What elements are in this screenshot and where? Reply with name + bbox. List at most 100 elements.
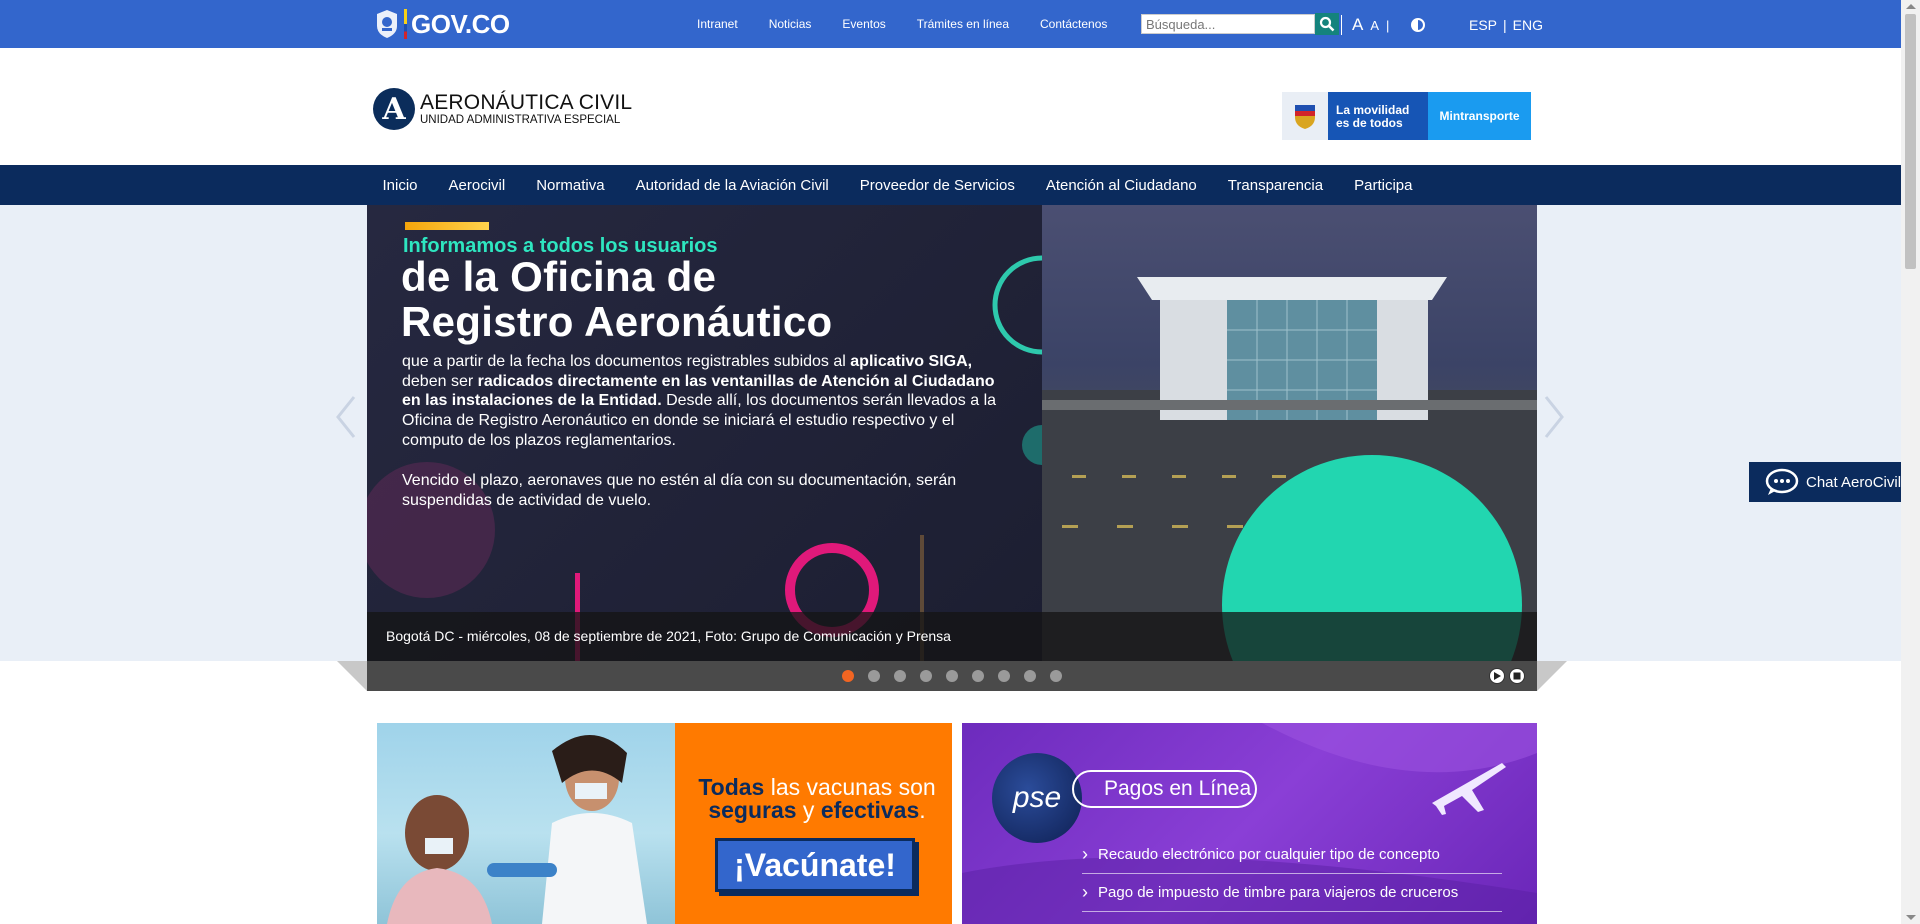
nav-normativa[interactable]: Normativa: [521, 177, 620, 194]
logo-title: AERONÁUTICA CIVIL: [420, 90, 633, 114]
top-link-eventos[interactable]: Eventos: [842, 17, 885, 31]
carousel-dot[interactable]: [868, 670, 880, 682]
nav-autoridad[interactable]: Autoridad de la Aviación Civil: [620, 177, 844, 194]
carousel-dot[interactable]: [842, 670, 854, 682]
top-link-contactenos[interactable]: Contáctenos: [1040, 17, 1107, 31]
pse-payments-banner[interactable]: pse Pagos en Línea › Recaudo electrónico …: [962, 723, 1537, 924]
pse-item-1-text: Recaudo electrónico por cualquier tipo d…: [1098, 846, 1440, 863]
slide-caption: Bogotá DC - miércoles, 08 de septiembre …: [367, 612, 1537, 661]
divider-pipe: |: [1386, 17, 1390, 33]
carousel-prev-arrow-icon[interactable]: [334, 395, 358, 439]
msg-word-efectivas: efectivas: [820, 797, 920, 823]
chevron-right-icon: ›: [1082, 844, 1088, 864]
carousel-controls: [367, 661, 1537, 691]
search-input[interactable]: [1141, 14, 1315, 34]
accessibility-tools: A A |: [1341, 14, 1463, 36]
top-link-tramites[interactable]: Trámites en línea: [917, 17, 1009, 31]
carousel-dot[interactable]: [894, 670, 906, 682]
slogan-line1: La movilidad: [1336, 103, 1410, 117]
page-scrollbar[interactable]: [1901, 0, 1920, 924]
ribbon-fold-left: [337, 661, 367, 691]
top-link-noticias[interactable]: Noticias: [769, 17, 812, 31]
pse-item-recaudo: › Recaudo electrónico por cualquier tipo …: [1082, 844, 1440, 865]
aerocivil-logo[interactable]: A AERONÁUTICA CIVIL UNIDAD ADMINISTRATIV…: [373, 88, 632, 130]
chat-label: Chat AeroCivil: [1806, 473, 1902, 491]
carousel-dot[interactable]: [1050, 670, 1062, 682]
nav-proveedor[interactable]: Proveedor de Servicios: [844, 177, 1030, 194]
font-increase-button[interactable]: A: [1352, 15, 1363, 35]
search-button[interactable]: [1315, 13, 1339, 35]
nav-inicio[interactable]: Inicio: [367, 177, 433, 194]
top-link-intranet[interactable]: Intranet: [697, 17, 738, 31]
search-box: [1141, 13, 1339, 35]
para1-text-a: que a partir de la fecha los documentos …: [402, 353, 851, 370]
carousel-dots: [842, 670, 1076, 682]
site-header: A AERONÁUTICA CIVIL UNIDAD ADMINISTRATIV…: [0, 48, 1901, 165]
mintransporte-label: Mintransporte: [1428, 92, 1531, 140]
font-decrease-button[interactable]: A: [1370, 18, 1379, 33]
pse-logo: pse: [992, 753, 1082, 843]
scrollbar-thumb[interactable]: [1905, 14, 1916, 269]
search-icon: [1319, 16, 1335, 32]
slide-paragraph-1: que a partir de la fecha los documentos …: [402, 352, 1007, 450]
building-illustration: [1042, 277, 1537, 661]
accent-bar: [405, 222, 489, 230]
carousel-dot[interactable]: [1024, 670, 1036, 682]
carousel-next-arrow-icon[interactable]: [1542, 395, 1566, 439]
chat-aerocivil-button[interactable]: Chat AeroCivil: [1749, 462, 1920, 502]
nav-participa[interactable]: Participa: [1339, 177, 1428, 194]
carousel-dot[interactable]: [946, 670, 958, 682]
headline-line1: de la Oficina de: [401, 253, 717, 300]
aerocivil-emblem-icon: A: [373, 88, 415, 130]
movilidad-slogan: La movilidad es de todos: [1328, 92, 1428, 140]
nav-atencion[interactable]: Atención al Ciudadano: [1030, 177, 1212, 194]
msg-word-seguras: seguras: [708, 797, 797, 823]
vacunate-cta: ¡Vacúnate!: [715, 838, 915, 892]
pse-item-2-text: Pago de impuesto de timbre para viajeros…: [1098, 884, 1459, 901]
chevron-right-icon: ›: [1082, 882, 1088, 902]
slide-paragraph-2: Vencido el plazo, aeronaves que no estén…: [402, 472, 957, 509]
pse-divider: [1082, 911, 1502, 912]
ribbon-fold-right: [1537, 661, 1567, 691]
para1-text-c: deben ser: [402, 372, 478, 390]
carousel-dot[interactable]: [920, 670, 932, 682]
carousel-dot[interactable]: [998, 670, 1010, 682]
chat-bubble-icon: [1765, 468, 1799, 495]
flag-stripe: [404, 9, 407, 39]
gov-top-bar: GOV.CO Intranet Noticias Eventos Trámite…: [0, 0, 1901, 48]
scroll-down-arrow-icon[interactable]: [1906, 915, 1916, 920]
language-switcher: ESP | ENG: [1469, 14, 1549, 36]
contrast-toggle-icon[interactable]: [1411, 18, 1426, 32]
para1-bold-b: aplicativo SIGA,: [850, 353, 973, 370]
carousel-play-button[interactable]: [1489, 668, 1505, 684]
nav-aerocivil[interactable]: Aerocivil: [433, 177, 521, 194]
vaccination-banner[interactable]: Todas las vacunas son seguras y efectiva…: [377, 723, 952, 924]
aerocivil-name: AERONÁUTICA CIVIL UNIDAD ADMINISTRATIVA …: [420, 92, 632, 127]
scroll-up-arrow-icon[interactable]: [1906, 4, 1916, 9]
vaccination-message: Todas las vacunas son seguras y efectiva…: [697, 776, 937, 822]
gov-co-logo[interactable]: GOV.CO: [373, 7, 510, 41]
mintransporte-banner[interactable]: La movilidad es de todos Mintransporte: [1282, 92, 1531, 140]
stop-icon: [1513, 672, 1521, 680]
pse-item-timbre: › Pago de impuesto de timbre para viajero…: [1082, 882, 1458, 903]
slide-photo-building: [1042, 205, 1537, 661]
vaccination-photo: [377, 723, 675, 924]
play-icon: [1494, 672, 1501, 680]
logo-subtitle: UNIDAD ADMINISTRATIVA ESPECIAL: [420, 113, 621, 126]
colombia-shield-icon: [1282, 92, 1328, 140]
gov-co-text: GOV.CO: [411, 8, 510, 39]
msg-period: .: [919, 797, 926, 823]
carousel-slide[interactable]: Informamos a todos los usuarios de la Of…: [367, 205, 1537, 661]
top-links: Intranet Noticias Eventos Trámites en lí…: [697, 0, 1138, 48]
lang-en-link[interactable]: ENG: [1513, 17, 1543, 33]
msg-word-y: y: [796, 797, 821, 823]
carousel-dot[interactable]: [972, 670, 984, 682]
airplane-icon: [1432, 763, 1506, 815]
divider: [1341, 15, 1342, 35]
pagos-en-linea-title: Pagos en Línea: [1072, 770, 1257, 808]
carousel-stop-button[interactable]: [1509, 668, 1525, 684]
lang-es-link[interactable]: ESP: [1469, 17, 1497, 33]
nav-transparencia[interactable]: Transparencia: [1212, 177, 1338, 194]
slide-headline: de la Oficina de Registro Aeronáutico: [401, 253, 833, 344]
lang-separator: |: [1503, 17, 1507, 33]
